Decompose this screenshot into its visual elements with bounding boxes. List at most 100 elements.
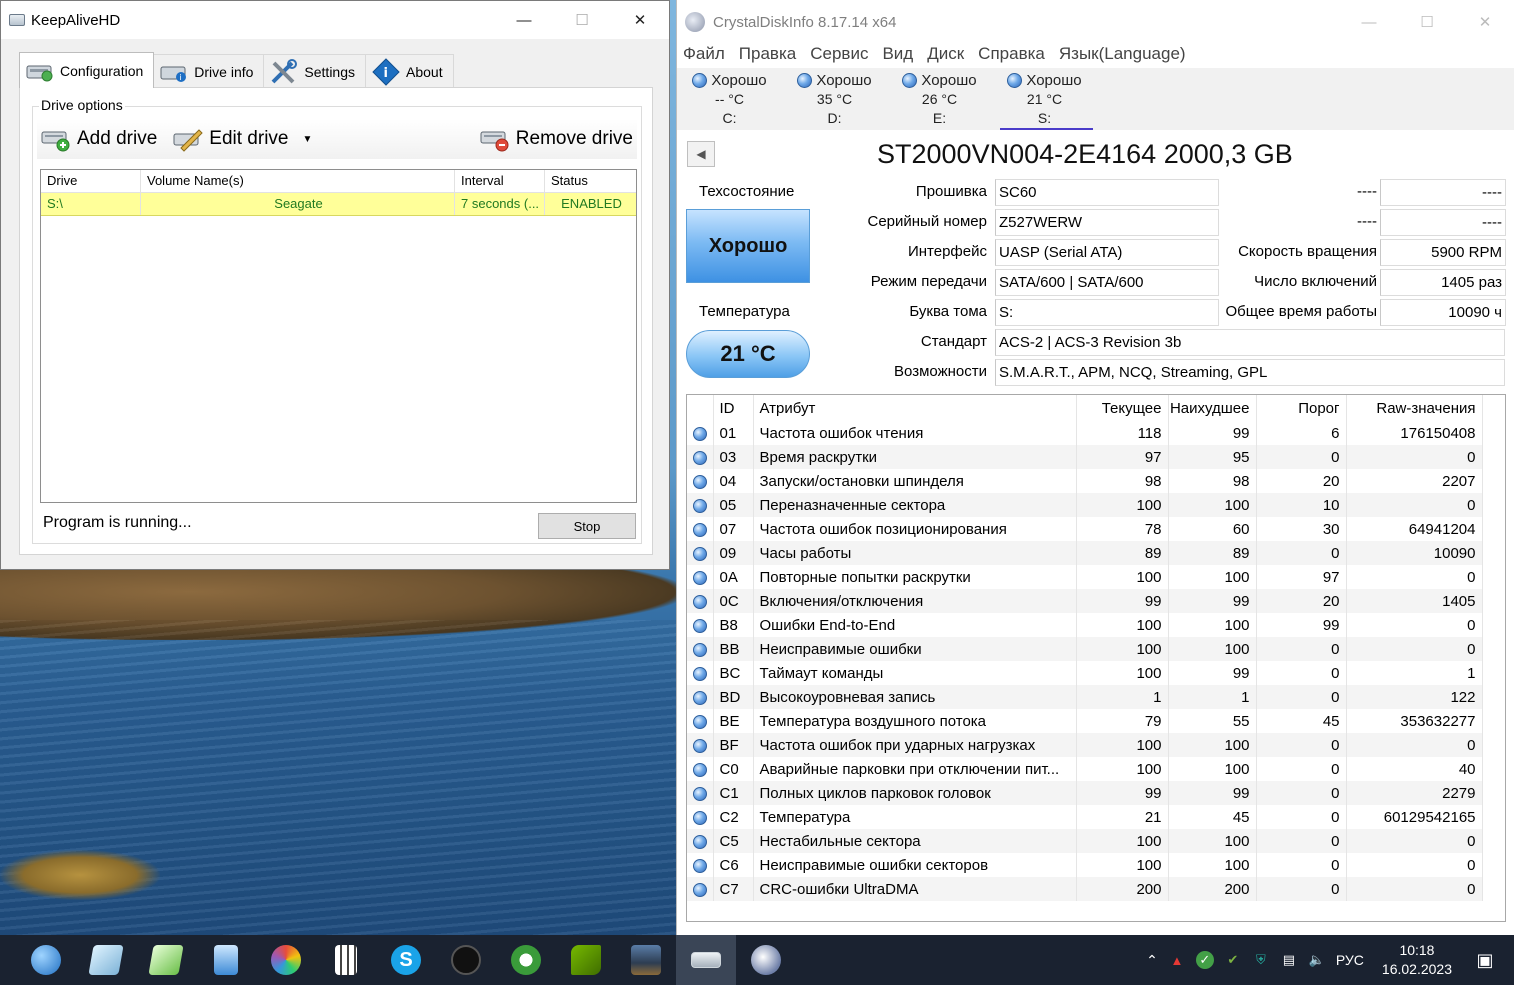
table-row[interactable]: 05 Переназначенные сектора 100 100 10 0 — [687, 493, 1483, 517]
table-row[interactable]: C1 Полных циклов парковок головок 99 99 0 227… — [687, 781, 1483, 805]
column-header-interval[interactable]: Interval — [455, 170, 545, 192]
tab-drive-info[interactable]: i Drive info — [153, 54, 265, 88]
table-row[interactable]: BB Неисправимые ошибки 100 100 0 0 — [687, 637, 1483, 661]
column-header-current[interactable]: Текущее — [1076, 395, 1169, 421]
drive-tab-c[interactable]: Хорошо -- °C C: — [677, 68, 782, 130]
input-language[interactable]: РУС — [1336, 952, 1364, 968]
drive-tab-e[interactable]: Хорошо 26 °C E: — [887, 68, 992, 130]
table-row[interactable]: 09 Часы работы 89 89 0 10090 — [687, 541, 1483, 565]
table-row[interactable]: C6 Неисправимые ошибки секторов 100 100 0 0 — [687, 853, 1483, 877]
clock[interactable]: 10:18 16.02.2023 — [1374, 941, 1460, 979]
menu-service[interactable]: Сервис — [810, 44, 868, 68]
temperature-badge[interactable]: 21 °C — [686, 330, 810, 378]
table-row[interactable]: BC Таймаут команды 100 99 0 1 — [687, 661, 1483, 685]
cell-threshold: 0 — [1256, 445, 1347, 469]
drive-tab-s[interactable]: Хорошо 21 °C S: — [992, 68, 1097, 130]
skype-icon[interactable]: S — [376, 935, 436, 985]
add-drive-button[interactable]: Add drive — [37, 126, 161, 152]
table-row[interactable]: 0A Повторные попытки раскрутки 100 100 97 0 — [687, 565, 1483, 589]
table-row[interactable]: C0 Аварийные парковки при отключении пит.… — [687, 757, 1483, 781]
cell-threshold: 0 — [1256, 541, 1347, 565]
menu-edit[interactable]: Правка — [739, 44, 796, 68]
notification-icon[interactable]: ▣ — [1470, 945, 1500, 975]
maximize-button[interactable]: ☐ — [553, 1, 611, 39]
nvidia-icon[interactable] — [556, 935, 616, 985]
column-header-volume[interactable]: Volume Name(s) — [141, 170, 455, 192]
cell-worst: 45 — [1168, 805, 1257, 829]
table-row[interactable]: B8 Ошибки End-to-End 100 100 99 0 — [687, 613, 1483, 637]
volume-icon[interactable]: 🔈 — [1308, 951, 1326, 969]
menu-language[interactable]: Язык(Language) — [1059, 44, 1186, 68]
cell-raw: 353632277 — [1346, 709, 1483, 733]
column-header-id[interactable]: ID — [713, 395, 754, 421]
notepad-icon[interactable] — [76, 935, 136, 985]
edit-drive-button[interactable]: Edit drive ▼ — [169, 126, 316, 152]
column-header-status[interactable]: Status — [545, 170, 636, 192]
network-icon[interactable]: ▤ — [1280, 951, 1298, 969]
shield-icon[interactable]: ⛨ — [1252, 951, 1270, 969]
circle-app-icon[interactable] — [436, 935, 496, 985]
column-header-threshold[interactable]: Порог — [1256, 395, 1347, 421]
cell-id: C6 — [713, 853, 754, 877]
table-row[interactable]: 04 Запуски/остановки шпинделя 98 98 20 2207 — [687, 469, 1483, 493]
table-row[interactable]: 07 Частота ошибок позиционирования 78 60 30 6… — [687, 517, 1483, 541]
tab-about[interactable]: i About — [365, 54, 454, 88]
maximize-button[interactable]: ☐ — [1398, 0, 1456, 44]
table-row[interactable]: S:\ Seagate 7 seconds (... ENABLED — [41, 193, 636, 216]
table-row[interactable]: BE Температура воздушного потока 79 55 45 353… — [687, 709, 1483, 733]
drive-tab-d[interactable]: Хорошо 35 °C D: — [782, 68, 887, 130]
close-button[interactable]: ✕ — [1456, 0, 1514, 44]
close-button[interactable]: ✕ — [611, 1, 669, 39]
tab-settings[interactable]: Settings — [263, 54, 367, 88]
cell-worst: 99 — [1168, 781, 1257, 805]
features-label: Возможности — [894, 363, 987, 380]
column-header-raw[interactable]: Raw-значения — [1346, 395, 1483, 421]
calculator-icon[interactable] — [316, 935, 376, 985]
menu-view[interactable]: Вид — [882, 44, 913, 68]
table-row[interactable]: 03 Время раскрутки 97 95 0 0 — [687, 445, 1483, 469]
chevron-down-icon[interactable]: ▼ — [302, 134, 312, 145]
column-header-attribute[interactable]: Атрибут — [753, 395, 1077, 421]
tab-configuration[interactable]: Configuration — [19, 52, 155, 88]
notepad-blue-icon[interactable] — [196, 935, 256, 985]
drive-list[interactable]: Drive Volume Name(s) Interval Status S:\… — [40, 169, 637, 503]
menu-disk[interactable]: Диск — [927, 44, 964, 68]
health-status-badge[interactable]: Хорошо — [686, 209, 810, 283]
table-row[interactable]: C2 Температура 21 45 0 60129542165 — [687, 805, 1483, 829]
crystaldiskinfo-icon[interactable] — [736, 935, 796, 985]
table-row[interactable]: BF Частота ошибок при ударных нагрузках 10… — [687, 733, 1483, 757]
table-row[interactable]: 01 Частота ошибок чтения 118 99 6 176150408 — [687, 421, 1483, 445]
column-header-drive[interactable]: Drive — [41, 170, 141, 192]
checkmark-icon[interactable]: ✓ — [1195, 951, 1214, 969]
stop-button[interactable]: Stop — [538, 513, 636, 539]
column-header-worst[interactable]: Наихудшее — [1168, 395, 1257, 421]
notes-icon[interactable] — [136, 935, 196, 985]
photo-icon[interactable] — [616, 935, 676, 985]
menu-help[interactable]: Справка — [978, 44, 1045, 68]
minimize-button[interactable]: — — [495, 1, 553, 39]
minimize-button[interactable]: — — [1340, 0, 1398, 44]
previous-drive-button[interactable]: ◀ — [687, 141, 715, 167]
globe-icon[interactable] — [16, 935, 76, 985]
antivirus-icon[interactable]: ▲ — [1168, 951, 1186, 969]
title-bar[interactable]: CrystalDiskInfo 8.17.14 x64 — ☐ ✕ — [677, 0, 1514, 44]
cell-id: 03 — [713, 445, 754, 469]
cell-raw: 176150408 — [1346, 421, 1483, 445]
table-row[interactable]: C5 Нестабильные сектора 100 100 0 0 — [687, 829, 1483, 853]
remove-drive-button[interactable]: Remove drive — [476, 126, 637, 152]
update-icon[interactable]: ✔ — [1224, 951, 1242, 969]
title-bar[interactable]: KeepAliveHD — ☐ ✕ — [1, 1, 669, 39]
menu-file[interactable]: Файл — [683, 44, 725, 68]
status-dot-icon — [692, 426, 707, 441]
cell-worst: 100 — [1168, 493, 1257, 517]
table-row[interactable]: 0C Включения/отключения 99 99 20 1405 — [687, 589, 1483, 613]
drive-icon[interactable] — [676, 935, 736, 985]
paint-icon[interactable] — [256, 935, 316, 985]
table-row[interactable]: BD Высокоуровневая запись 1 1 0 122 — [687, 685, 1483, 709]
xbox-icon[interactable] — [496, 935, 556, 985]
chevron-up-icon[interactable]: ⌃ — [1146, 952, 1158, 969]
smart-table[interactable]: ID Атрибут Текущее Наихудшее Порог Raw-з… — [686, 394, 1506, 922]
cell-current: 100 — [1076, 637, 1169, 661]
add-drive-label: Add drive — [77, 128, 158, 149]
table-row[interactable]: C7 CRC-ошибки UltraDMA 200 200 0 0 — [687, 877, 1483, 901]
